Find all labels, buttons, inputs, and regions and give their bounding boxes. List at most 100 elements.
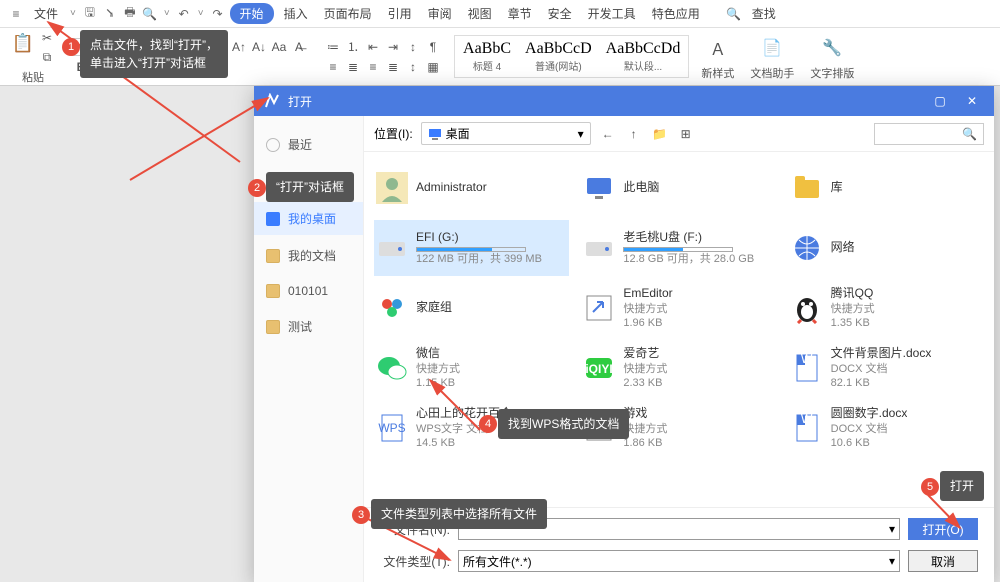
cancel-button[interactable]: 取消 xyxy=(908,550,978,572)
filetype-label: 文件类型(T): xyxy=(380,553,450,570)
pc-icon xyxy=(583,172,615,204)
list-icon[interactable]: ≔ xyxy=(324,38,342,56)
file-item[interactable]: W圆圈数字.docxDOCX 文档10.6 KB xyxy=(791,402,982,454)
group-icon xyxy=(376,292,408,324)
sidebar-item-desktop[interactable]: 我的桌面 xyxy=(254,202,363,235)
file-item[interactable]: EmEditor快捷方式1.96 KB xyxy=(583,282,774,334)
drive-icon xyxy=(583,232,615,264)
wps-icon: WPS xyxy=(376,412,408,444)
justify-icon[interactable]: ≣ xyxy=(384,58,402,76)
align-center-icon[interactable]: ≣ xyxy=(344,58,362,76)
annotation-tip-4: 找到WPS格式的文档 xyxy=(498,409,629,439)
sidebar-item-folder1[interactable]: 010101 xyxy=(254,276,363,306)
file-item[interactable]: 微信快捷方式1.15 KB xyxy=(376,342,567,394)
numlist-icon[interactable]: ⒈ xyxy=(344,38,362,56)
undo-icon[interactable]: ↶ xyxy=(176,6,192,22)
tab-insert[interactable]: 插入 xyxy=(278,3,314,24)
file-list: Administrator 此电脑库 EFI (G:)122 MB 可用，共 399… xyxy=(364,152,994,507)
view-icon[interactable]: ⊞ xyxy=(677,125,695,143)
clear-icon[interactable]: A̶ xyxy=(290,38,308,56)
paste-icon[interactable]: 📋 xyxy=(10,29,36,59)
doctool-icon[interactable]: 📄 xyxy=(763,33,781,63)
upper-icon[interactable]: Aa xyxy=(270,38,288,56)
filetype-select[interactable]: 所有文件(*.*)▾ xyxy=(458,550,900,572)
lib-icon xyxy=(791,172,823,204)
docx-icon: W xyxy=(791,352,823,384)
location-bar: 位置(I): 桌面 ▾ ← ↑ 📁 ⊞ 🔍 xyxy=(364,116,994,152)
preview-icon[interactable]: 🔍 xyxy=(142,6,158,22)
cut-icon[interactable]: ✂ xyxy=(38,29,56,47)
para-icon[interactable]: ¶ xyxy=(424,38,442,56)
newfolder-icon[interactable]: 📁 xyxy=(651,125,669,143)
grow-font-icon[interactable]: A↑ xyxy=(230,38,248,56)
annotation-tip-1: 点击文件，找到“打开”，单击进入“打开”对话框 xyxy=(80,30,228,78)
file-item[interactable]: 老毛桃U盘 (F:)12.8 GB 可用，共 28.0 GB xyxy=(583,222,774,274)
shortcut-icon xyxy=(583,292,615,324)
tab-view[interactable]: 视图 xyxy=(462,3,498,24)
shading-icon[interactable]: ▦ xyxy=(424,58,442,76)
search-icon[interactable]: 🔍 xyxy=(726,6,742,22)
export-icon[interactable]: ⭸ xyxy=(102,6,118,22)
file-item[interactable]: 网络 xyxy=(791,222,982,274)
nav-back-icon[interactable]: ← xyxy=(599,125,617,143)
menu-search[interactable]: 查找 xyxy=(746,3,782,24)
annotation-badge-1: 1 xyxy=(62,38,80,56)
file-item[interactable]: 库 xyxy=(791,162,982,214)
align-right-icon[interactable]: ≡ xyxy=(364,58,382,76)
location-select[interactable]: 桌面 ▾ xyxy=(421,122,591,145)
dialog-titlebar[interactable]: 打开 ▢ ✕ xyxy=(254,86,994,116)
tab-security[interactable]: 安全 xyxy=(542,3,578,24)
align-left-icon[interactable]: ≡ xyxy=(324,58,342,76)
close-icon[interactable]: ✕ xyxy=(960,91,984,111)
texttool-icon[interactable]: 🔧 xyxy=(823,33,841,63)
save-icon[interactable]: 🖫 xyxy=(82,6,98,22)
maximize-icon[interactable]: ▢ xyxy=(928,91,952,111)
sidebar-item-recent[interactable]: 最近 xyxy=(254,128,363,161)
file-item[interactable]: Administrator xyxy=(376,162,567,214)
newstyle-icon[interactable]: Ａ xyxy=(709,33,727,63)
paste-label: 粘贴 xyxy=(22,69,44,85)
open-button[interactable]: 打开(O) xyxy=(908,518,978,540)
file-item[interactable]: 腾讯QQ快捷方式1.35 KB xyxy=(791,282,982,334)
tab-start[interactable]: 开始 xyxy=(230,3,274,24)
tab-ref[interactable]: 引用 xyxy=(382,3,418,24)
file-item[interactable]: EFI (G:)122 MB 可用，共 399 MB xyxy=(374,220,569,276)
location-label: 位置(I): xyxy=(374,125,413,142)
tab-review[interactable]: 审阅 xyxy=(422,3,458,24)
monitor-icon xyxy=(428,127,442,141)
menu-file[interactable]: 文件 xyxy=(28,3,64,24)
iqiyi-icon: iQIYI xyxy=(583,352,615,384)
print-icon[interactable]: 🖶 xyxy=(122,6,138,22)
file-item[interactable]: 此电脑 xyxy=(583,162,774,214)
wps-logo-icon xyxy=(264,93,280,109)
file-item[interactable]: 家庭组 xyxy=(376,282,567,334)
user-icon xyxy=(376,172,408,204)
search-input[interactable]: 🔍 xyxy=(874,123,984,145)
nav-up-icon[interactable]: ↑ xyxy=(625,125,643,143)
tab-section[interactable]: 章节 xyxy=(502,3,538,24)
tab-dev[interactable]: 开发工具 xyxy=(582,3,642,24)
menubar: ≡ 文件 ˅ 🖫 ⭸ 🖶 🔍 ˅ ↶ ˅ ↷ 开始 插入 页面布局 引用 审阅 … xyxy=(0,0,1000,28)
chevron-down-icon: ▾ xyxy=(889,554,895,568)
file-item[interactable]: W文件背景图片.docxDOCX 文档82.1 KB xyxy=(791,342,982,394)
linespace-icon[interactable]: ↕ xyxy=(404,58,422,76)
sidebar-item-docs[interactable]: 我的文档 xyxy=(254,239,363,272)
indent-left-icon[interactable]: ⇤ xyxy=(364,38,382,56)
wechat-icon xyxy=(376,352,408,384)
style-gallery[interactable]: AaBbC标题 4 AaBbCcD普通(网站) AaBbCcDd默认段... xyxy=(454,35,689,78)
chevron-down-icon: ▾ xyxy=(578,127,584,141)
file-item[interactable]: iQIYI爱奇艺快捷方式2.33 KB xyxy=(583,342,774,394)
sidebar-item-folder2[interactable]: 测试 xyxy=(254,310,363,343)
redo-icon[interactable]: ↷ xyxy=(210,6,226,22)
svg-text:W: W xyxy=(801,412,813,426)
svg-text:W: W xyxy=(801,352,813,366)
indent-right-icon[interactable]: ⇥ xyxy=(384,38,402,56)
hamburger-icon[interactable]: ≡ xyxy=(8,6,24,22)
copy-icon[interactable]: ⧉ xyxy=(38,49,56,67)
sort-icon[interactable]: ↕ xyxy=(404,38,422,56)
shrink-font-icon[interactable]: A↓ xyxy=(250,38,268,56)
search-icon: 🔍 xyxy=(962,127,977,141)
tab-layout[interactable]: 页面布局 xyxy=(318,3,378,24)
tab-special[interactable]: 特色应用 xyxy=(646,3,706,24)
annotation-badge-2: 2 xyxy=(248,179,266,197)
